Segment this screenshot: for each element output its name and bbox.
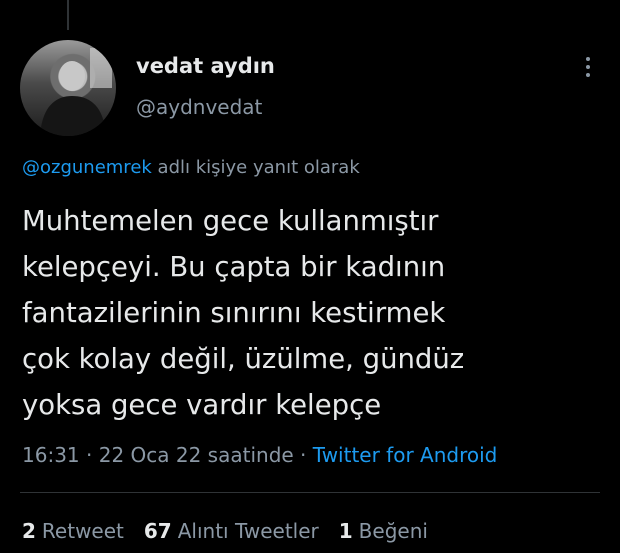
tweet-text-line: Muhtemelen gece kullanmıştır <box>22 205 439 237</box>
quote-tweets-label: Alıntı Tweetler <box>177 519 319 543</box>
tweet-text-line: kelepçeyi. Bu çapta bir kadının <box>22 251 446 283</box>
reply-context: @ozgunemrek adlı kişiye yanıt olarak <box>22 157 360 178</box>
tweet-date[interactable]: 22 Oca 22 saatinde <box>99 443 294 467</box>
meta-separator: · <box>79 443 99 467</box>
reply-context-text: adlı kişiye yanıt olarak <box>151 157 360 178</box>
quote-tweets-count: 67 <box>143 519 172 543</box>
more-vertical-icon <box>586 57 590 77</box>
avatar[interactable] <box>20 40 116 136</box>
tweet-stats: 2 Retweet 67 Alıntı Tweetler 1 Beğeni <box>22 519 428 543</box>
likes-label: Beğeni <box>358 519 428 543</box>
tweet-time[interactable]: 16:31 <box>22 443 80 467</box>
tweet-source-link[interactable]: Twitter for Android <box>313 443 498 467</box>
likes-count: 1 <box>338 519 353 543</box>
more-options-button[interactable] <box>578 52 598 82</box>
likes-stat[interactable]: 1 Beğeni <box>339 519 428 543</box>
author-handle[interactable]: @aydnvedat <box>136 95 262 119</box>
tweet-text-line: çok kolay değil, üzülme, gündüz <box>22 343 465 375</box>
author-display-name[interactable]: vedat aydın <box>136 54 275 78</box>
quote-tweets-stat[interactable]: 67 Alıntı Tweetler <box>144 519 319 543</box>
tweet-text-line: fantazilerinin sınırını kestirmek <box>22 297 446 329</box>
thread-connector-line <box>67 0 69 30</box>
retweets-label: Retweet <box>41 519 124 543</box>
divider <box>20 492 600 493</box>
reply-mention-link[interactable]: @ozgunemrek <box>22 157 152 178</box>
retweets-stat[interactable]: 2 Retweet <box>22 519 124 543</box>
tweet-text: Muhtemelen gece kullanmıştır kelepçeyi. … <box>22 198 607 428</box>
retweets-count: 2 <box>22 519 36 543</box>
meta-separator: · <box>293 443 313 467</box>
avatar-photo-icon <box>40 48 112 136</box>
tweet-metadata: 16:31 · 22 Oca 22 saatinde · Twitter for… <box>22 443 497 467</box>
tweet-text-line: yoksa gece vardır kelepçe <box>22 389 382 421</box>
